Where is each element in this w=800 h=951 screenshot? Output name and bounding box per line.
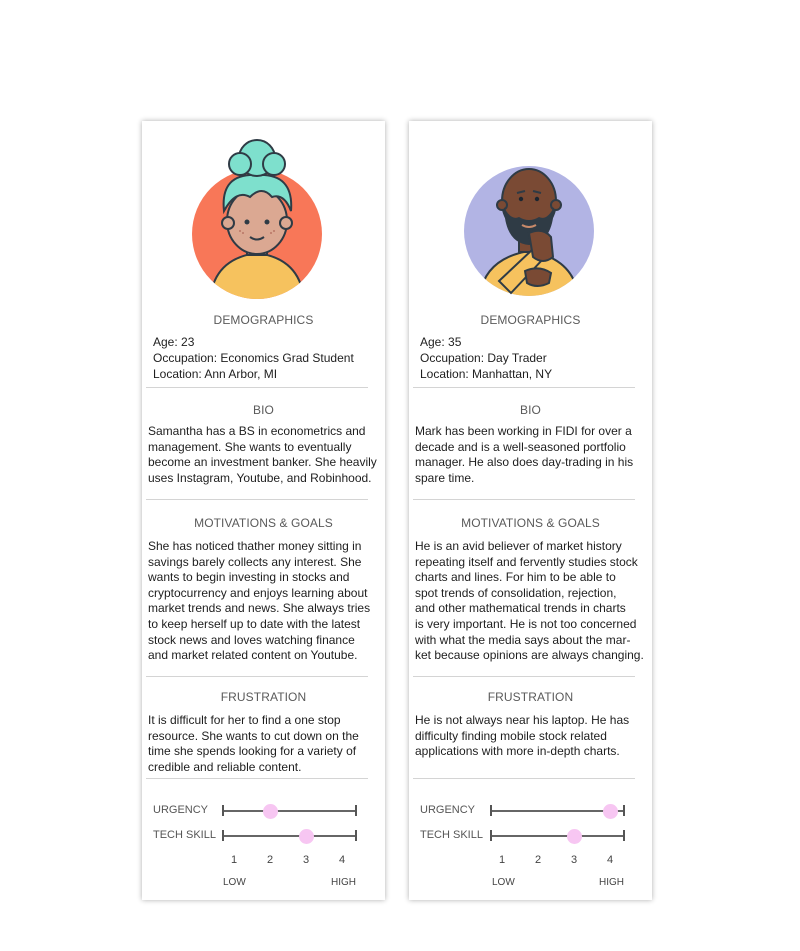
age-text: Age: 35 xyxy=(420,335,462,349)
bio-line: manager. He also does day-trading in his xyxy=(415,455,634,470)
scale-tick: 4 xyxy=(606,854,614,866)
demographics-heading: DEMOGRAPHICS xyxy=(480,313,581,327)
tech-skill-slider-track xyxy=(223,835,356,837)
scale-low-label: LOW xyxy=(223,877,246,888)
tech-skill-slider-cap xyxy=(355,830,357,841)
bio-line: uses Instagram, Youtube, and Robinhood. xyxy=(148,470,372,485)
motivations-line: ket because opinions are always changing… xyxy=(415,648,644,663)
bio-text: Samantha has a BS in econometrics and ma… xyxy=(148,424,384,486)
scale-low-label: LOW xyxy=(492,877,515,888)
frustration-line: resource. She wants to cut down on the xyxy=(148,728,359,743)
urgency-slider-cap xyxy=(623,805,625,816)
persona-card-samantha: DEMOGRAPHICS Age: 23 Occupation: Economi… xyxy=(142,121,385,900)
scale-tick: 1 xyxy=(230,854,238,866)
motivations-line: and other mathematical trends in charts xyxy=(415,601,626,616)
motivations-text: She has noticed thather money sitting in… xyxy=(148,539,384,664)
bio-heading: BIO xyxy=(520,403,541,417)
occupation-text: Occupation: Day Trader xyxy=(420,351,547,365)
tech-skill-label: TECH SKILL xyxy=(153,829,216,841)
bearded-man-avatar-icon xyxy=(464,166,594,296)
scale-tick: 3 xyxy=(302,854,310,866)
occupation-text: Occupation: Economics Grad Student xyxy=(153,351,354,365)
bio-text: Mark has been working in FIDI for over a… xyxy=(415,424,651,486)
tech-skill-slider-cap xyxy=(490,830,492,841)
location-text: Location: Manhattan, NY xyxy=(420,367,553,381)
motivations-line: to keep herself up to date with the late… xyxy=(148,616,361,631)
bio-line: become an investment banker. She heavily xyxy=(148,455,377,470)
bio-line: Mark has been working in FIDI for over a xyxy=(415,424,632,438)
demographics-info: Age: 23 Occupation: Economics Grad Stude… xyxy=(153,334,354,382)
motivations-line: and market related content on Youtube. xyxy=(148,648,358,663)
frustration-line: applications with more in-depth charts. xyxy=(415,744,620,759)
urgency-slider-knob xyxy=(602,803,618,819)
scale-tick: 2 xyxy=(266,854,274,866)
frustration-line: time she spends looking for a variety of xyxy=(148,744,357,759)
divider xyxy=(413,387,635,388)
motivations-text: He is an avid believer of market history… xyxy=(415,539,651,664)
divider xyxy=(413,676,635,677)
frustration-text: It is difficult for her to find a one st… xyxy=(148,713,384,775)
urgency-slider-track xyxy=(223,810,356,812)
frustration-line: credible and reliable content. xyxy=(148,759,302,774)
divider xyxy=(413,778,635,779)
motivations-line: charts and lines. For him to be able to xyxy=(415,570,616,585)
motivations-heading: MOTIVATIONS & GOALS xyxy=(461,516,600,530)
woman-teal-hair-avatar-icon xyxy=(192,139,322,299)
divider xyxy=(146,778,368,779)
tech-skill-slider-cap xyxy=(623,830,625,841)
frustration-line: He is not always near his laptop. He has xyxy=(415,713,630,727)
persona-card-mark: DEMOGRAPHICS Age: 35 Occupation: Day Tra… xyxy=(409,121,652,900)
bio-heading: BIO xyxy=(253,403,274,417)
bio-line: management. She wants to eventually xyxy=(148,439,352,454)
bio-line: spare time. xyxy=(415,470,475,485)
motivations-line: cryptocurrency and enjoys learning about xyxy=(148,585,368,600)
motivations-line: She has noticed thather money sitting in xyxy=(148,539,362,553)
age-text: Age: 23 xyxy=(153,335,195,349)
scale-tick: 4 xyxy=(338,854,346,866)
urgency-slider-cap xyxy=(490,805,492,816)
bio-line: decade and is a well-seasoned portfolio xyxy=(415,439,626,454)
motivations-line: is very important. He is not too concern… xyxy=(415,616,637,631)
motivations-line: repeating itself and fervently studies s… xyxy=(415,554,638,569)
demographics-info: Age: 35 Occupation: Day Trader Location:… xyxy=(420,334,552,382)
divider xyxy=(146,676,368,677)
tech-skill-slider-track xyxy=(491,835,624,837)
bio-line: Samantha has a BS in econometrics and xyxy=(148,424,366,438)
frustration-heading: FRUSTRATION xyxy=(487,690,574,704)
tech-skill-slider-knob xyxy=(566,828,582,844)
divider xyxy=(146,499,368,500)
frustration-line: It is difficult for her to find a one st… xyxy=(148,713,341,727)
frustration-heading: FRUSTRATION xyxy=(220,690,307,704)
motivations-line: He is an avid believer of market history xyxy=(415,539,622,553)
urgency-label: URGENCY xyxy=(420,804,476,816)
frustration-line: difficulty finding mobile stock related xyxy=(415,728,607,743)
motivations-line: savings barely collects any interest. Sh… xyxy=(148,554,362,569)
motivations-line: spot trends of consolidation, rejection, xyxy=(415,585,617,600)
location-text: Location: Ann Arbor, MI xyxy=(153,367,278,381)
motivations-line: market trends and news. She always tries xyxy=(148,601,371,616)
divider xyxy=(413,499,635,500)
scale-high-label: HIGH xyxy=(599,877,624,888)
divider xyxy=(146,387,368,388)
tech-skill-slider-cap xyxy=(222,830,224,841)
urgency-slider-knob xyxy=(262,803,278,819)
scale-tick: 1 xyxy=(498,854,506,866)
urgency-slider-cap xyxy=(222,805,224,816)
demographics-heading: DEMOGRAPHICS xyxy=(213,313,314,327)
tech-skill-label: TECH SKILL xyxy=(420,829,483,841)
frustration-text: He is not always near his laptop. He has… xyxy=(415,713,651,760)
motivations-line: with what the media says about the mar- xyxy=(415,632,631,647)
scale-high-label: HIGH xyxy=(331,877,356,888)
scale-tick: 3 xyxy=(570,854,578,866)
urgency-slider-cap xyxy=(355,805,357,816)
tech-skill-slider-knob xyxy=(298,828,314,844)
motivations-heading: MOTIVATIONS & GOALS xyxy=(194,516,333,530)
motivations-line: wants to begin investing in stocks and xyxy=(148,570,350,585)
scale-tick: 2 xyxy=(534,854,542,866)
motivations-line: stock news and loves watching finance xyxy=(148,632,355,647)
urgency-label: URGENCY xyxy=(153,804,209,816)
